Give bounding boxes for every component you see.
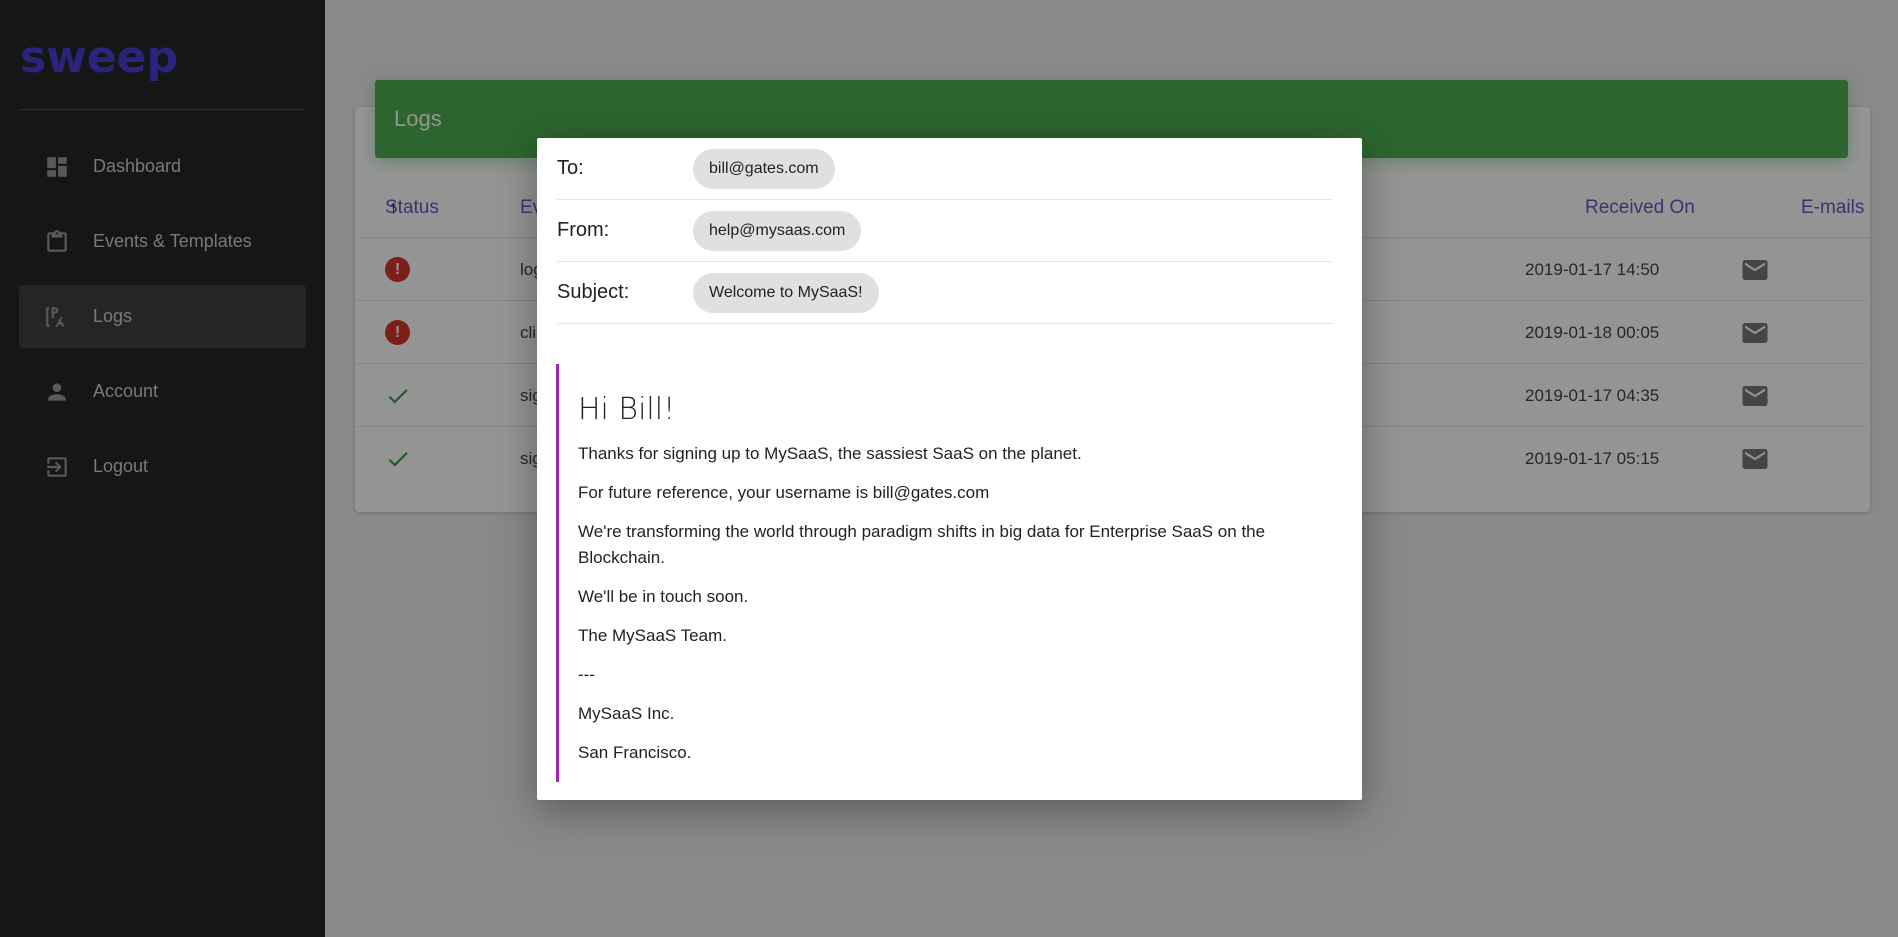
- from-field: From: help@mysaas.com: [557, 200, 1332, 262]
- email-paragraph: The MySaaS Team.: [578, 626, 727, 645]
- email-paragraph: For future reference, your username is b…: [578, 483, 990, 502]
- subject-field: Subject: Welcome to MySaaS!: [557, 262, 1332, 324]
- email-paragraph: We'll be in touch soon.: [578, 587, 749, 606]
- email-signature-divider: ---: [578, 665, 595, 684]
- email-greeting: Hi Bill!: [578, 392, 676, 427]
- email-paragraph: San Francisco.: [578, 743, 692, 762]
- subject-chip: Welcome to MySaaS!: [693, 272, 879, 313]
- subject-label: Subject:: [557, 281, 630, 303]
- email-paragraph: We're transforming the world through par…: [578, 522, 1266, 567]
- from-label: From:: [557, 219, 610, 241]
- to-field: To: bill@gates.com: [557, 138, 1332, 200]
- from-chip: help@mysaas.com: [693, 210, 862, 251]
- email-body: Hi Bill! Thanks for signing up to MySaaS…: [556, 364, 1336, 782]
- to-chip: bill@gates.com: [693, 148, 835, 189]
- email-paragraph: MySaaS Inc.: [578, 704, 675, 723]
- email-preview-dialog: To: bill@gates.com From: help@mysaas.com…: [537, 138, 1362, 800]
- to-label: To:: [557, 157, 584, 179]
- email-paragraph: Thanks for signing up to MySaaS, the sas…: [578, 444, 1082, 463]
